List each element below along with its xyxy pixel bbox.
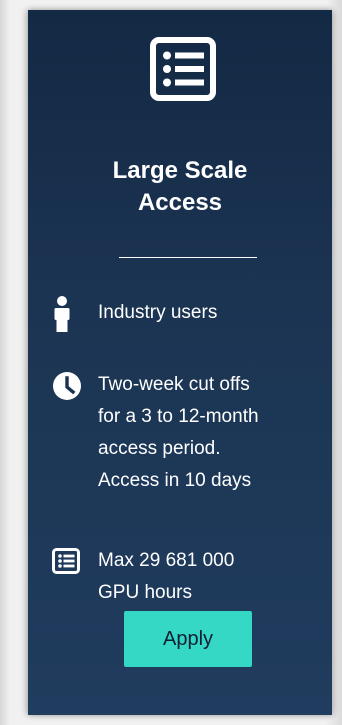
apply-button[interactable]: Apply — [124, 611, 252, 667]
card-title-line: Access — [137, 189, 223, 216]
feature-text-line: for a 3 to 12-month — [98, 406, 259, 427]
feature-text-line: Two-week cut offs — [98, 374, 250, 395]
feature-text: Max 29 681 000 GPU hours — [98, 545, 318, 609]
page: Large Scale Access Industry users Two-we… — [0, 0, 342, 725]
feature-text-line: Access in 10 days — [98, 470, 252, 491]
card-title: Large Scale Access — [28, 155, 332, 219]
feature-text: Two-week cut offs for a 3 to 12-month ac… — [98, 369, 318, 497]
feature-text-line: Max 29 681 000 — [98, 550, 235, 571]
access-plan-card: Large Scale Access Industry users Two-we… — [28, 10, 332, 715]
clock-icon — [53, 372, 81, 400]
list-icon — [150, 37, 216, 101]
feature-text-line: access period. — [98, 438, 221, 459]
card-title-line: Large Scale — [112, 157, 248, 184]
feature-text: Industry users — [98, 297, 318, 329]
feature-text-line: Industry users — [98, 302, 218, 323]
list-icon — [52, 548, 80, 574]
title-divider — [119, 257, 257, 258]
person-icon — [54, 296, 70, 332]
feature-text-line: GPU hours — [98, 582, 192, 603]
